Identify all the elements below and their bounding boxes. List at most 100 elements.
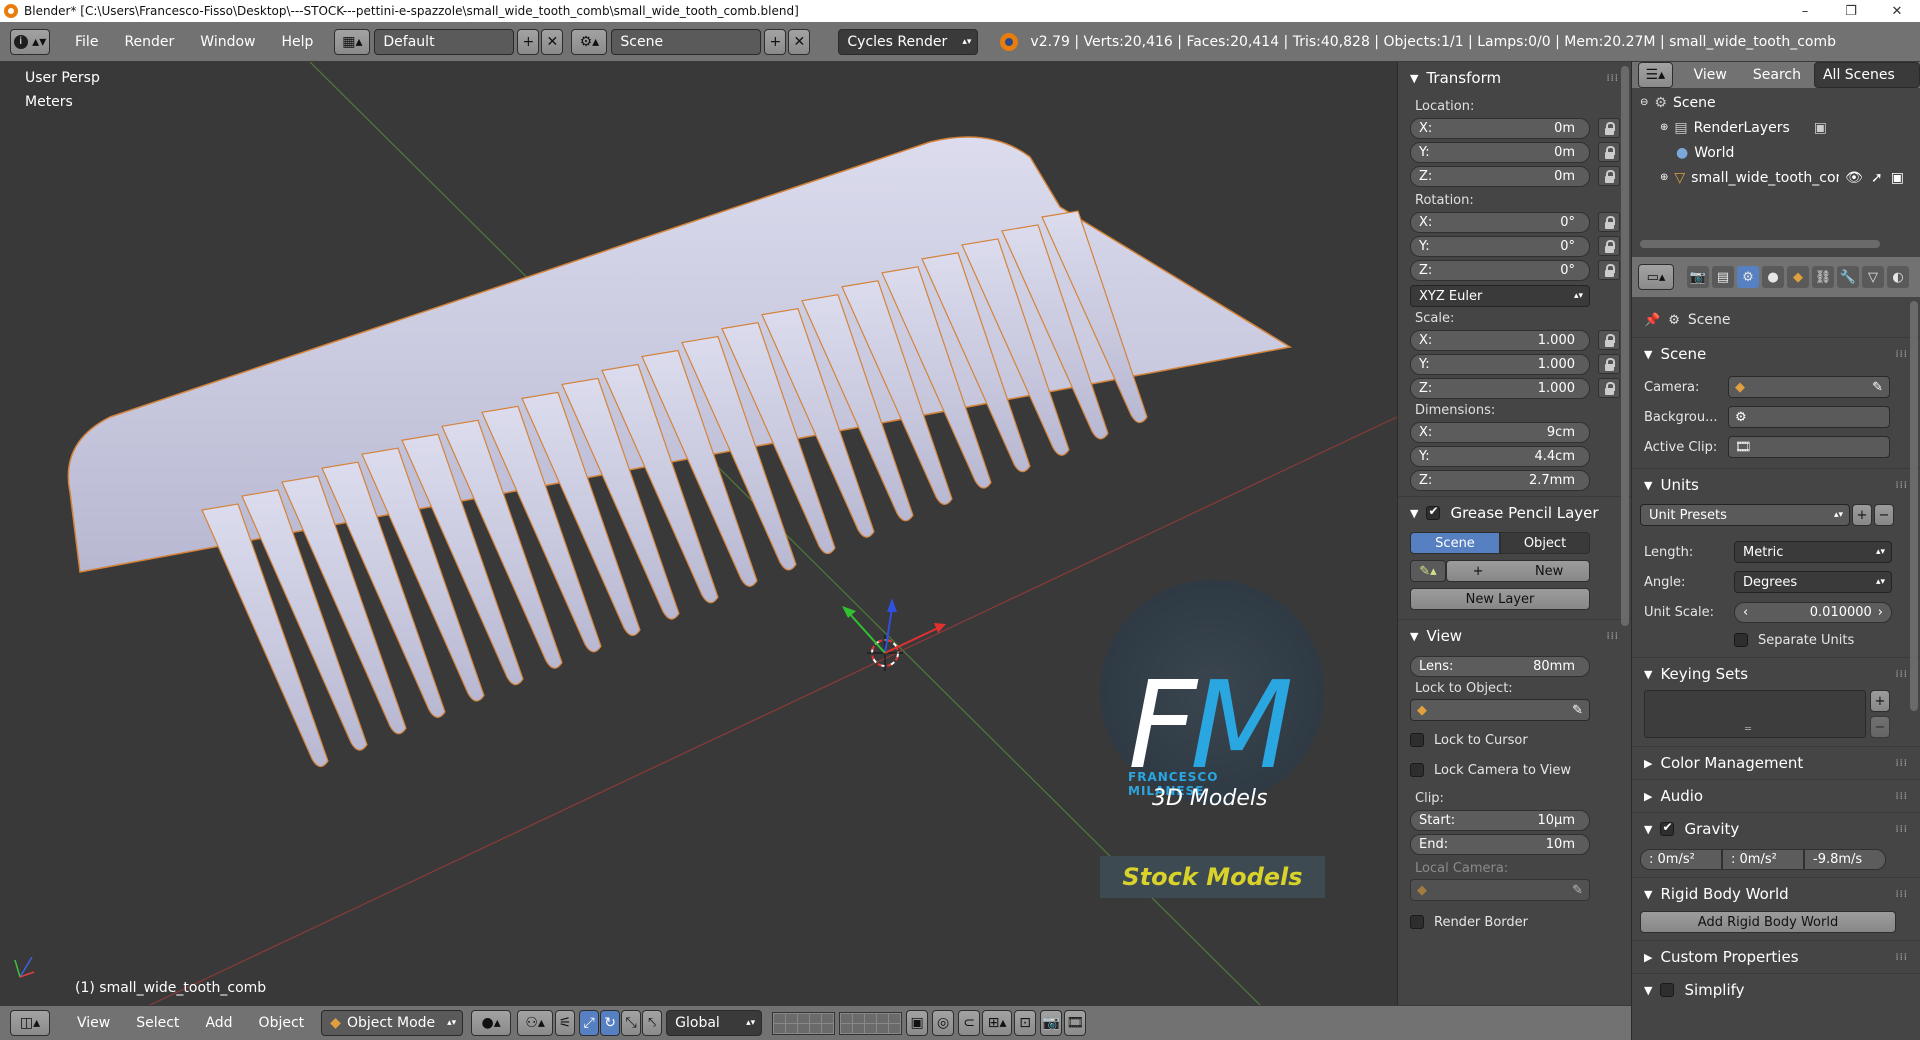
remove-keying-set-button[interactable]: − <box>1870 716 1890 738</box>
pin-icon[interactable]: 📌 <box>1644 313 1660 328</box>
maximize-button[interactable]: ❐ <box>1828 4 1874 19</box>
menu-render[interactable]: Render <box>111 34 187 50</box>
scale-z-field[interactable]: Z: 1.000 <box>1410 377 1590 399</box>
eyedropper-icon[interactable]: ✎ <box>1572 883 1583 898</box>
rotation-y-field[interactable]: Y: 0° <box>1410 235 1590 257</box>
transform-orientation-dropdown[interactable]: Global ▴▾ <box>666 1010 763 1036</box>
menu-view[interactable]: View <box>64 1015 123 1031</box>
audio-panel-header[interactable]: ▶ Audio ⁞⁞⁞ <box>1632 784 1920 808</box>
lock-rotation-y-icon[interactable] <box>1598 236 1620 256</box>
rotate-manipulator-button[interactable]: ↻ <box>600 1010 621 1036</box>
lock-scale-y-icon[interactable] <box>1598 354 1620 374</box>
unit-scale-field[interactable]: ‹ 0.010000 › <box>1734 601 1892 623</box>
add-scene-button[interactable]: + <box>764 28 787 55</box>
outliner-display-mode-dropdown[interactable]: All Scenes <box>1813 62 1920 88</box>
add-rigid-body-world-button[interactable]: Add Rigid Body World <box>1640 911 1896 933</box>
lock-rotation-z-icon[interactable] <box>1598 260 1620 280</box>
manipulator-toggle-button[interactable]: ⚟ <box>555 1010 576 1036</box>
expand-icon[interactable]: ⊕ <box>1660 172 1668 183</box>
tab-object-icon[interactable]: ◆ <box>1787 266 1809 288</box>
menu-file[interactable]: File <box>62 34 111 50</box>
gravity-x-field[interactable]: : 0m/s² <box>1640 848 1722 870</box>
gravity-y-field[interactable]: : 0m/s² <box>1722 848 1804 870</box>
location-z-field[interactable]: Z: 0m <box>1410 165 1590 187</box>
background-field[interactable]: ⚙ <box>1728 406 1890 428</box>
add-preset-button[interactable]: + <box>1852 504 1872 526</box>
rotation-z-field[interactable]: Z: 0° <box>1410 259 1590 281</box>
simplify-checkbox[interactable] <box>1660 983 1675 997</box>
pivot-point-button[interactable]: ⚇▴ <box>517 1010 554 1036</box>
dimension-x-field[interactable]: X: 9cm <box>1410 421 1590 443</box>
render-engine-dropdown[interactable]: Cycles Render ▴▾ <box>838 28 979 55</box>
lock-camera-checkbox[interactable] <box>1410 763 1424 777</box>
drag-handle-icon[interactable]: ⁞⁞⁞ <box>1606 631 1619 642</box>
transform-panel-header[interactable]: ▼ Transform ⁞⁞⁞ <box>1398 66 1631 90</box>
outliner-menu-view[interactable]: View <box>1681 67 1740 83</box>
delete-scene-button[interactable]: ✕ <box>788 28 811 55</box>
lock-object-field[interactable]: ◆ ✎ <box>1410 699 1590 721</box>
outliner-item-scene[interactable]: ⊖ ⚙ Scene <box>1632 90 1920 115</box>
scene-layers-grid-2[interactable] <box>839 1011 903 1035</box>
clip-end-field[interactable]: End: 10m <box>1410 833 1590 855</box>
simplify-panel-header[interactable]: ▼ Simplify <box>1632 978 1920 1002</box>
camera-field[interactable]: ◆ ✎ <box>1728 376 1890 398</box>
drag-handle-icon[interactable]: ⁞⁞⁞ <box>1895 669 1908 680</box>
tab-world-icon[interactable]: ● <box>1762 266 1784 288</box>
menu-add[interactable]: Add <box>192 1015 245 1031</box>
drag-handle-icon[interactable]: ⁞⁞⁞ <box>1895 349 1908 360</box>
rigid-body-world-panel-header[interactable]: ▼ Rigid Body World ⁞⁞⁞ <box>1632 882 1920 906</box>
npanel-scrollbar[interactable] <box>1621 66 1629 626</box>
tab-material-icon[interactable]: ◐ <box>1887 266 1909 288</box>
location-x-field[interactable]: X: 0m <box>1410 117 1590 139</box>
screen-layout-icon-button[interactable]: ▦▴ <box>334 28 371 55</box>
lock-location-z-icon[interactable] <box>1598 166 1620 186</box>
snap-element-button[interactable]: ⊞▴ <box>982 1010 1013 1036</box>
drag-handle-icon[interactable]: ⁞⁞⁞ <box>1895 824 1908 835</box>
interaction-mode-dropdown[interactable]: ◆ Object Mode ▴▾ <box>321 1010 464 1036</box>
custom-properties-panel-header[interactable]: ▶ Custom Properties ⁞⁞⁞ <box>1632 945 1920 969</box>
drag-handle-icon[interactable]: ⁞⁞⁞ <box>1895 791 1908 802</box>
keying-sets-list[interactable]: ═ <box>1644 690 1866 738</box>
lock-layers-button[interactable]: ▣ <box>906 1010 929 1036</box>
active-clip-field[interactable]: 🎞 <box>1728 436 1890 458</box>
tab-grease-scene[interactable]: Scene <box>1410 532 1500 554</box>
local-camera-field[interactable]: ◆ ✎ <box>1410 879 1590 901</box>
gravity-z-field[interactable]: -9.8m/s <box>1804 848 1886 870</box>
snap-toggle-button[interactable]: ⊂ <box>958 1010 981 1036</box>
dimension-z-field[interactable]: Z: 2.7mm <box>1410 469 1590 491</box>
viewport-shading-button[interactable]: ●▴ <box>471 1010 512 1036</box>
separate-units-checkbox[interactable] <box>1734 633 1748 647</box>
tab-grease-object[interactable]: Object <box>1500 532 1590 554</box>
angle-dropdown[interactable]: Degrees ▴▾ <box>1734 571 1892 593</box>
translate-manipulator-button[interactable]: ⤢ <box>579 1010 600 1036</box>
lock-scale-x-icon[interactable] <box>1598 330 1620 350</box>
outliner-item-comb[interactable]: ⊕ ▽ small_wide_tooth_com 👁 ➚ ▣ <box>1632 165 1920 190</box>
tab-renderlayers-icon[interactable]: ▤ <box>1712 266 1734 288</box>
viewport-editor-type-button[interactable]: ◫▴ <box>10 1010 50 1036</box>
clip-start-field[interactable]: Start: 10µm <box>1410 809 1590 831</box>
collapse-icon[interactable]: ⊖ <box>1640 97 1648 108</box>
render-animation-button[interactable]: 🎞 <box>1064 1010 1087 1036</box>
scene-field[interactable]: Scene <box>611 28 762 55</box>
properties-scrollbar[interactable] <box>1910 301 1918 711</box>
lock-location-y-icon[interactable] <box>1598 142 1620 162</box>
snap-target-button[interactable]: ⊡ <box>1014 1010 1037 1036</box>
tab-scene-icon[interactable]: ⚙ <box>1737 266 1759 288</box>
drag-handle-icon[interactable]: ⁞⁞⁞ <box>1895 952 1908 963</box>
outliner-menu-search[interactable]: Search <box>1740 67 1814 83</box>
lock-to-cursor-checkbox[interactable] <box>1410 733 1424 747</box>
grease-pencil-checkbox[interactable] <box>1426 504 1441 520</box>
unit-presets-dropdown[interactable]: Unit Presets ▴▾ <box>1640 504 1850 526</box>
rotation-x-field[interactable]: X: 0° <box>1410 211 1590 233</box>
location-y-field[interactable]: Y: 0m <box>1410 141 1590 163</box>
properties-editor-type-button[interactable]: ▭▴ <box>1638 264 1674 290</box>
lens-field[interactable]: Lens: 80mm <box>1410 655 1590 677</box>
list-resize-handle-icon[interactable]: ═ <box>1745 724 1751 735</box>
scene-icon-button[interactable]: ⚙▴ <box>571 28 608 55</box>
new-layer-button[interactable]: New Layer <box>1410 588 1590 610</box>
lock-scale-z-icon[interactable] <box>1598 378 1620 398</box>
eye-icon[interactable]: 👁 <box>1845 170 1863 186</box>
lock-location-x-icon[interactable] <box>1598 118 1620 138</box>
length-dropdown[interactable]: Metric ▴▾ <box>1734 541 1892 563</box>
drag-handle-icon[interactable]: ⁞⁞⁞ <box>1895 758 1908 769</box>
